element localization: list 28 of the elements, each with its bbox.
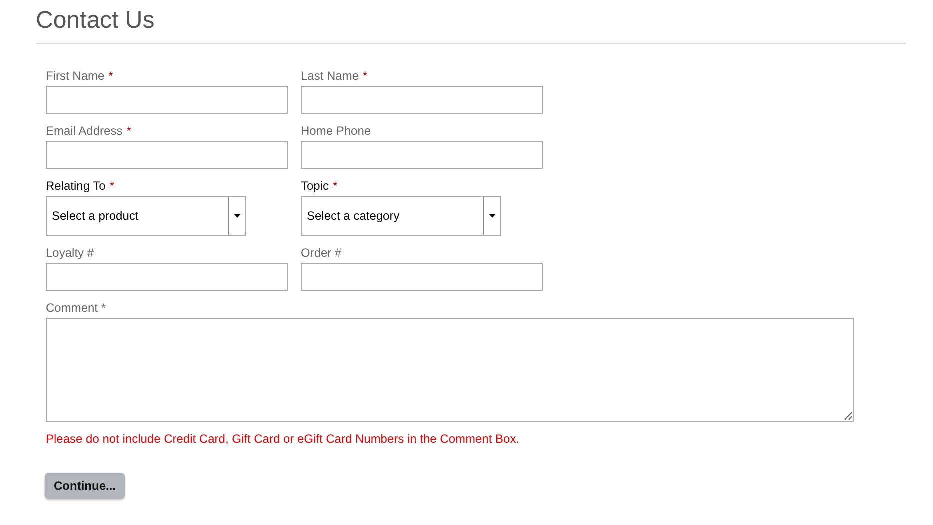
field-label: Home Phone bbox=[301, 124, 372, 138]
required-mark: * bbox=[126, 124, 132, 138]
page-title: Contact Us bbox=[36, 6, 156, 36]
input-field[interactable] bbox=[46, 263, 288, 291]
required-mark: * bbox=[333, 179, 338, 193]
required-mark: * bbox=[110, 179, 114, 193]
field-label: Relating To bbox=[46, 179, 106, 193]
field-label: Order # bbox=[301, 246, 342, 260]
required-mark: * bbox=[108, 69, 114, 83]
field-label: Loyalty # bbox=[46, 246, 94, 260]
required-mark: * bbox=[363, 69, 368, 83]
field-label: Email Address bbox=[46, 124, 123, 138]
dropdown[interactable]: Select a category bbox=[301, 196, 501, 236]
warning-text: Please do not include Credit Card, Gift Card or eGift Card Numbers in the Comment Box. bbox=[46, 432, 521, 446]
field-label: Topic bbox=[301, 179, 330, 193]
field-label: Comment * bbox=[46, 301, 108, 315]
input-field[interactable] bbox=[301, 141, 543, 169]
input-field[interactable] bbox=[301, 86, 543, 114]
field-label: Last Name bbox=[301, 69, 360, 83]
continue-button[interactable]: Continue... bbox=[45, 473, 125, 499]
field-label: First Name bbox=[46, 69, 105, 83]
input-field[interactable] bbox=[46, 141, 288, 169]
comment-field[interactable] bbox=[46, 318, 854, 422]
input-field[interactable] bbox=[301, 263, 543, 291]
dropdown[interactable]: Select a product bbox=[46, 196, 246, 236]
caret-icon bbox=[234, 214, 240, 218]
caret-icon bbox=[488, 214, 496, 218]
input-field[interactable] bbox=[46, 86, 288, 114]
